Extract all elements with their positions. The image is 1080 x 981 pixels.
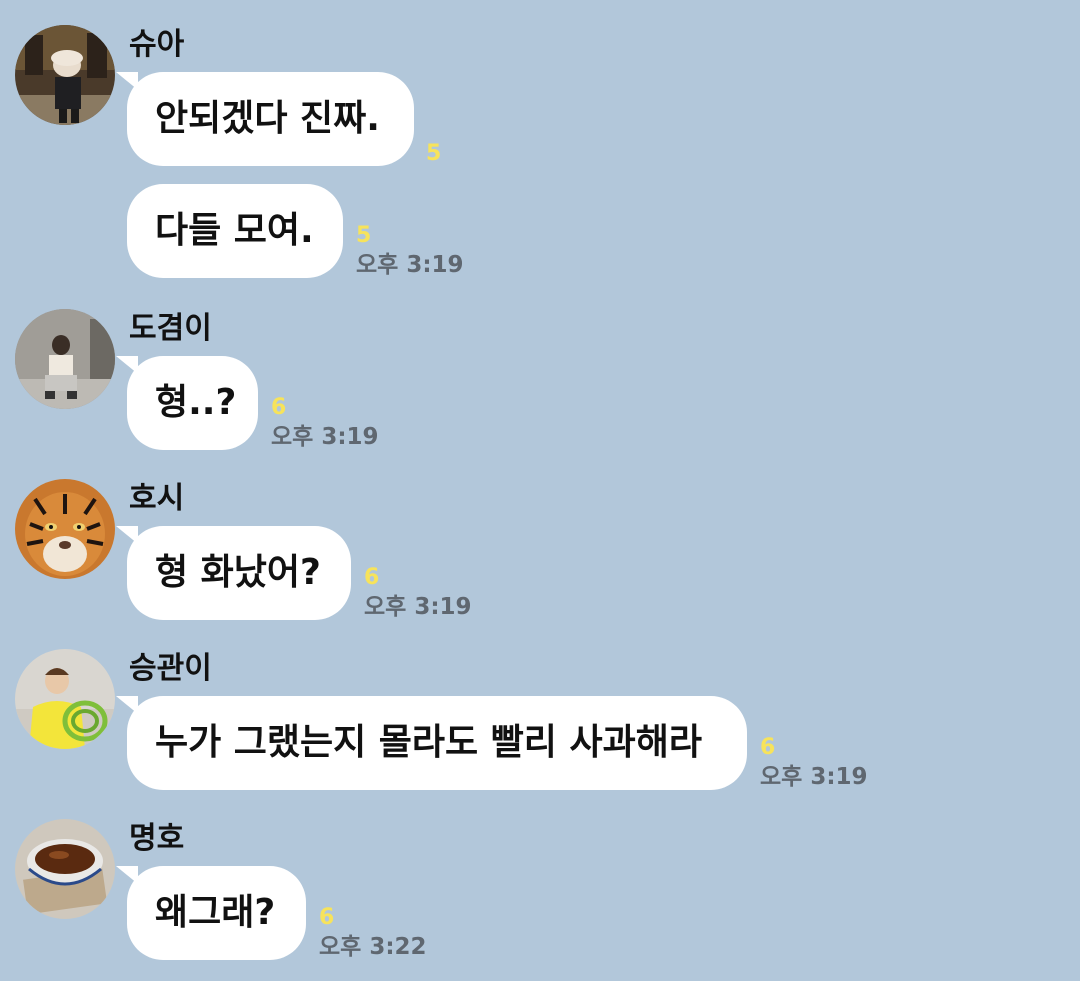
unread-count: 6	[364, 565, 380, 590]
message-timestamp: 오후 3:19	[364, 594, 472, 620]
message-timestamp: 오후 3:19	[271, 424, 379, 450]
message-bubble[interactable]: 누가 그랬는지 몰라도 빨리 사과해라	[127, 696, 747, 790]
message-row: 형 화났어? 6 오후 3:19	[0, 526, 1080, 620]
message-bubble[interactable]: 다들 모여.	[127, 184, 343, 278]
message-bubble[interactable]: 형..?	[127, 356, 258, 450]
message-bubble[interactable]: 왜그래?	[127, 866, 306, 960]
message-row: 안되겠다 진짜. 5	[0, 72, 1080, 166]
message-row: 왜그래? 6 오후 3:22	[0, 866, 1080, 960]
sender-name: 승관이	[129, 651, 212, 686]
unread-count: 6	[319, 905, 335, 930]
unread-count: 5	[426, 141, 442, 166]
message-bubble[interactable]: 형 화났어?	[127, 526, 351, 620]
message-row: 누가 그랬는지 몰라도 빨리 사과해라 6 오후 3:19	[0, 696, 1080, 790]
message-timestamp: 오후 3:22	[319, 934, 427, 960]
sender-name: 명호	[129, 821, 185, 856]
message-row: 다들 모여. 5 오후 3:19	[0, 184, 1080, 278]
sender-name: 슈아	[129, 27, 185, 62]
unread-count: 5	[356, 223, 372, 248]
sender-name: 도겸이	[129, 311, 212, 346]
unread-count: 6	[760, 735, 776, 760]
sender-name: 호시	[129, 481, 185, 516]
message-row: 형..? 6 오후 3:19	[0, 356, 1080, 450]
unread-count: 6	[271, 395, 287, 420]
message-timestamp: 오후 3:19	[760, 764, 868, 790]
message-bubble[interactable]: 안되겠다 진짜.	[127, 72, 414, 166]
message-timestamp: 오후 3:19	[356, 252, 464, 278]
